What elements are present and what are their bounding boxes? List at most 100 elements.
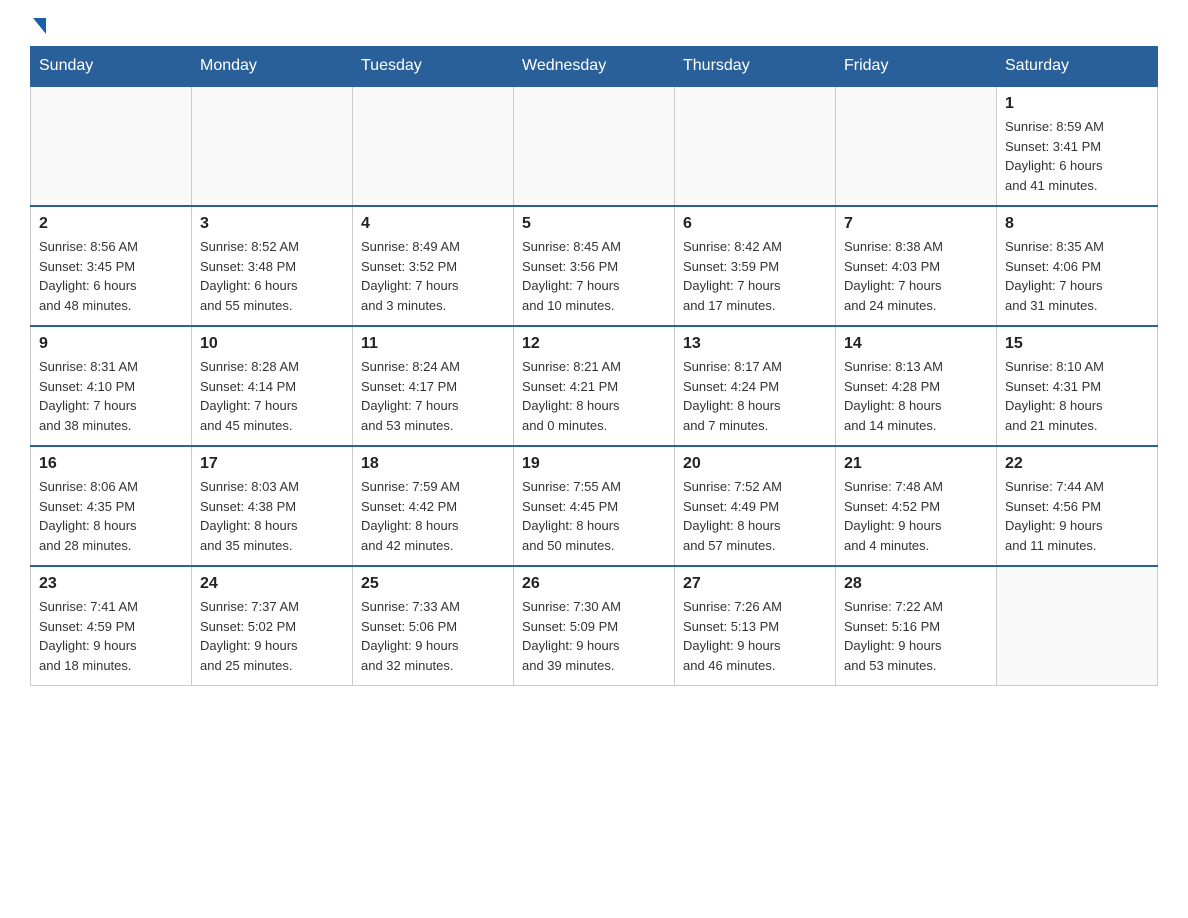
calendar-cell: 28 Sunrise: 7:22 AM Sunset: 5:16 PM Dayli… [836,566,997,686]
calendar-week-row: 23 Sunrise: 7:41 AM Sunset: 4:59 PM Dayli… [31,566,1158,686]
weekday-header-monday: Monday [192,47,353,87]
day-info: Sunrise: 8:35 AM Sunset: 4:06 PM Dayligh… [1005,237,1149,315]
day-number: 24 [200,575,344,593]
calendar-week-row: 1 Sunrise: 8:59 AM Sunset: 3:41 PM Daylig… [31,86,1158,206]
day-number: 6 [683,215,827,233]
calendar-week-row: 16 Sunrise: 8:06 AM Sunset: 4:35 PM Dayli… [31,446,1158,566]
calendar-cell [836,86,997,206]
calendar-cell: 25Sunrise: 7:33 AM Sunset: 5:06 PM Dayli… [353,566,514,686]
day-number: 5 [522,215,666,233]
calendar-cell [514,86,675,206]
calendar-cell: 20 Sunrise: 7:52 AM Sunset: 4:49 PM Dayli… [675,446,836,566]
day-info: Sunrise: 7:48 AM Sunset: 4:52 PM Dayligh… [844,477,988,555]
day-info: Sunrise: 7:41 AM Sunset: 4:59 PM Dayligh… [39,597,183,675]
day-number: 4 [361,215,505,233]
day-info: Sunrise: 8:13 AM Sunset: 4:28 PM Dayligh… [844,357,988,435]
day-number: 27 [683,575,827,593]
calendar-cell: 9 Sunrise: 8:31 AM Sunset: 4:10 PM Daylig… [31,326,192,446]
day-info: Sunrise: 8:52 AM Sunset: 3:48 PM Dayligh… [200,237,344,315]
calendar-cell: 23 Sunrise: 7:41 AM Sunset: 4:59 PM Dayli… [31,566,192,686]
day-info: Sunrise: 7:33 AM Sunset: 5:06 PM Dayligh… [361,597,505,675]
calendar-cell: 18 Sunrise: 7:59 AM Sunset: 4:42 PM Dayli… [353,446,514,566]
day-info: Sunrise: 8:24 AM Sunset: 4:17 PM Dayligh… [361,357,505,435]
calendar-cell: 24 Sunrise: 7:37 AM Sunset: 5:02 PM Dayli… [192,566,353,686]
day-info: Sunrise: 8:31 AM Sunset: 4:10 PM Dayligh… [39,357,183,435]
day-info: Sunrise: 7:26 AM Sunset: 5:13 PM Dayligh… [683,597,827,675]
day-info: Sunrise: 8:59 AM Sunset: 3:41 PM Dayligh… [1005,117,1149,195]
day-info: Sunrise: 8:03 AM Sunset: 4:38 PM Dayligh… [200,477,344,555]
calendar-cell [997,566,1158,686]
logo-triangle-icon [33,18,46,34]
day-number: 28 [844,575,988,593]
day-info: Sunrise: 8:45 AM Sunset: 3:56 PM Dayligh… [522,237,666,315]
weekday-header-sunday: Sunday [31,47,192,87]
calendar-cell: 21 Sunrise: 7:48 AM Sunset: 4:52 PM Dayli… [836,446,997,566]
calendar-cell: 13Sunrise: 8:17 AM Sunset: 4:24 PM Dayli… [675,326,836,446]
day-info: Sunrise: 8:06 AM Sunset: 4:35 PM Dayligh… [39,477,183,555]
day-number: 12 [522,335,666,353]
day-number: 8 [1005,215,1149,233]
calendar-cell: 14 Sunrise: 8:13 AM Sunset: 4:28 PM Dayli… [836,326,997,446]
day-number: 10 [200,335,344,353]
day-info: Sunrise: 8:21 AM Sunset: 4:21 PM Dayligh… [522,357,666,435]
day-info: Sunrise: 7:22 AM Sunset: 5:16 PM Dayligh… [844,597,988,675]
calendar-header-row: SundayMondayTuesdayWednesdayThursdayFrid… [31,47,1158,87]
weekday-header-thursday: Thursday [675,47,836,87]
day-number: 13 [683,335,827,353]
calendar-cell: 3 Sunrise: 8:52 AM Sunset: 3:48 PM Daylig… [192,206,353,326]
day-info: Sunrise: 8:10 AM Sunset: 4:31 PM Dayligh… [1005,357,1149,435]
weekday-header-saturday: Saturday [997,47,1158,87]
day-number: 21 [844,455,988,473]
calendar-week-row: 9 Sunrise: 8:31 AM Sunset: 4:10 PM Daylig… [31,326,1158,446]
logo [30,20,46,36]
day-number: 1 [1005,95,1149,113]
day-info: Sunrise: 7:44 AM Sunset: 4:56 PM Dayligh… [1005,477,1149,555]
calendar-cell: 6 Sunrise: 8:42 AM Sunset: 3:59 PM Daylig… [675,206,836,326]
calendar-cell: 1 Sunrise: 8:59 AM Sunset: 3:41 PM Daylig… [997,86,1158,206]
weekday-header-friday: Friday [836,47,997,87]
calendar-cell: 2 Sunrise: 8:56 AM Sunset: 3:45 PM Daylig… [31,206,192,326]
day-number: 22 [1005,455,1149,473]
day-number: 9 [39,335,183,353]
calendar-cell [31,86,192,206]
calendar-cell: 17 Sunrise: 8:03 AM Sunset: 4:38 PM Dayli… [192,446,353,566]
day-number: 20 [683,455,827,473]
calendar-cell [192,86,353,206]
calendar-cell: 22 Sunrise: 7:44 AM Sunset: 4:56 PM Dayli… [997,446,1158,566]
day-info: Sunrise: 7:55 AM Sunset: 4:45 PM Dayligh… [522,477,666,555]
calendar-cell: 11 Sunrise: 8:24 AM Sunset: 4:17 PM Dayli… [353,326,514,446]
day-number: 19 [522,455,666,473]
calendar-cell: 5 Sunrise: 8:45 AM Sunset: 3:56 PM Daylig… [514,206,675,326]
calendar-cell: 12 Sunrise: 8:21 AM Sunset: 4:21 PM Dayli… [514,326,675,446]
day-info: Sunrise: 8:42 AM Sunset: 3:59 PM Dayligh… [683,237,827,315]
weekday-header-tuesday: Tuesday [353,47,514,87]
day-number: 7 [844,215,988,233]
day-info: Sunrise: 7:30 AM Sunset: 5:09 PM Dayligh… [522,597,666,675]
day-number: 18 [361,455,505,473]
day-number: 15 [1005,335,1149,353]
calendar-table: SundayMondayTuesdayWednesdayThursdayFrid… [30,46,1158,686]
calendar-cell: 8 Sunrise: 8:35 AM Sunset: 4:06 PM Daylig… [997,206,1158,326]
day-number: 17 [200,455,344,473]
calendar-cell: 19 Sunrise: 7:55 AM Sunset: 4:45 PM Dayli… [514,446,675,566]
calendar-cell: 26 Sunrise: 7:30 AM Sunset: 5:09 PM Dayli… [514,566,675,686]
day-number: 26 [522,575,666,593]
day-info: Sunrise: 8:56 AM Sunset: 3:45 PM Dayligh… [39,237,183,315]
day-number: 2 [39,215,183,233]
weekday-header-wednesday: Wednesday [514,47,675,87]
day-info: Sunrise: 7:52 AM Sunset: 4:49 PM Dayligh… [683,477,827,555]
page-header [30,20,1158,36]
day-info: Sunrise: 7:37 AM Sunset: 5:02 PM Dayligh… [200,597,344,675]
calendar-week-row: 2 Sunrise: 8:56 AM Sunset: 3:45 PM Daylig… [31,206,1158,326]
calendar-cell: 27 Sunrise: 7:26 AM Sunset: 5:13 PM Dayli… [675,566,836,686]
day-number: 16 [39,455,183,473]
day-info: Sunrise: 8:49 AM Sunset: 3:52 PM Dayligh… [361,237,505,315]
day-number: 3 [200,215,344,233]
day-number: 11 [361,335,505,353]
day-number: 23 [39,575,183,593]
day-info: Sunrise: 7:59 AM Sunset: 4:42 PM Dayligh… [361,477,505,555]
calendar-cell: 7 Sunrise: 8:38 AM Sunset: 4:03 PM Daylig… [836,206,997,326]
day-number: 14 [844,335,988,353]
day-info: Sunrise: 8:38 AM Sunset: 4:03 PM Dayligh… [844,237,988,315]
calendar-cell [353,86,514,206]
